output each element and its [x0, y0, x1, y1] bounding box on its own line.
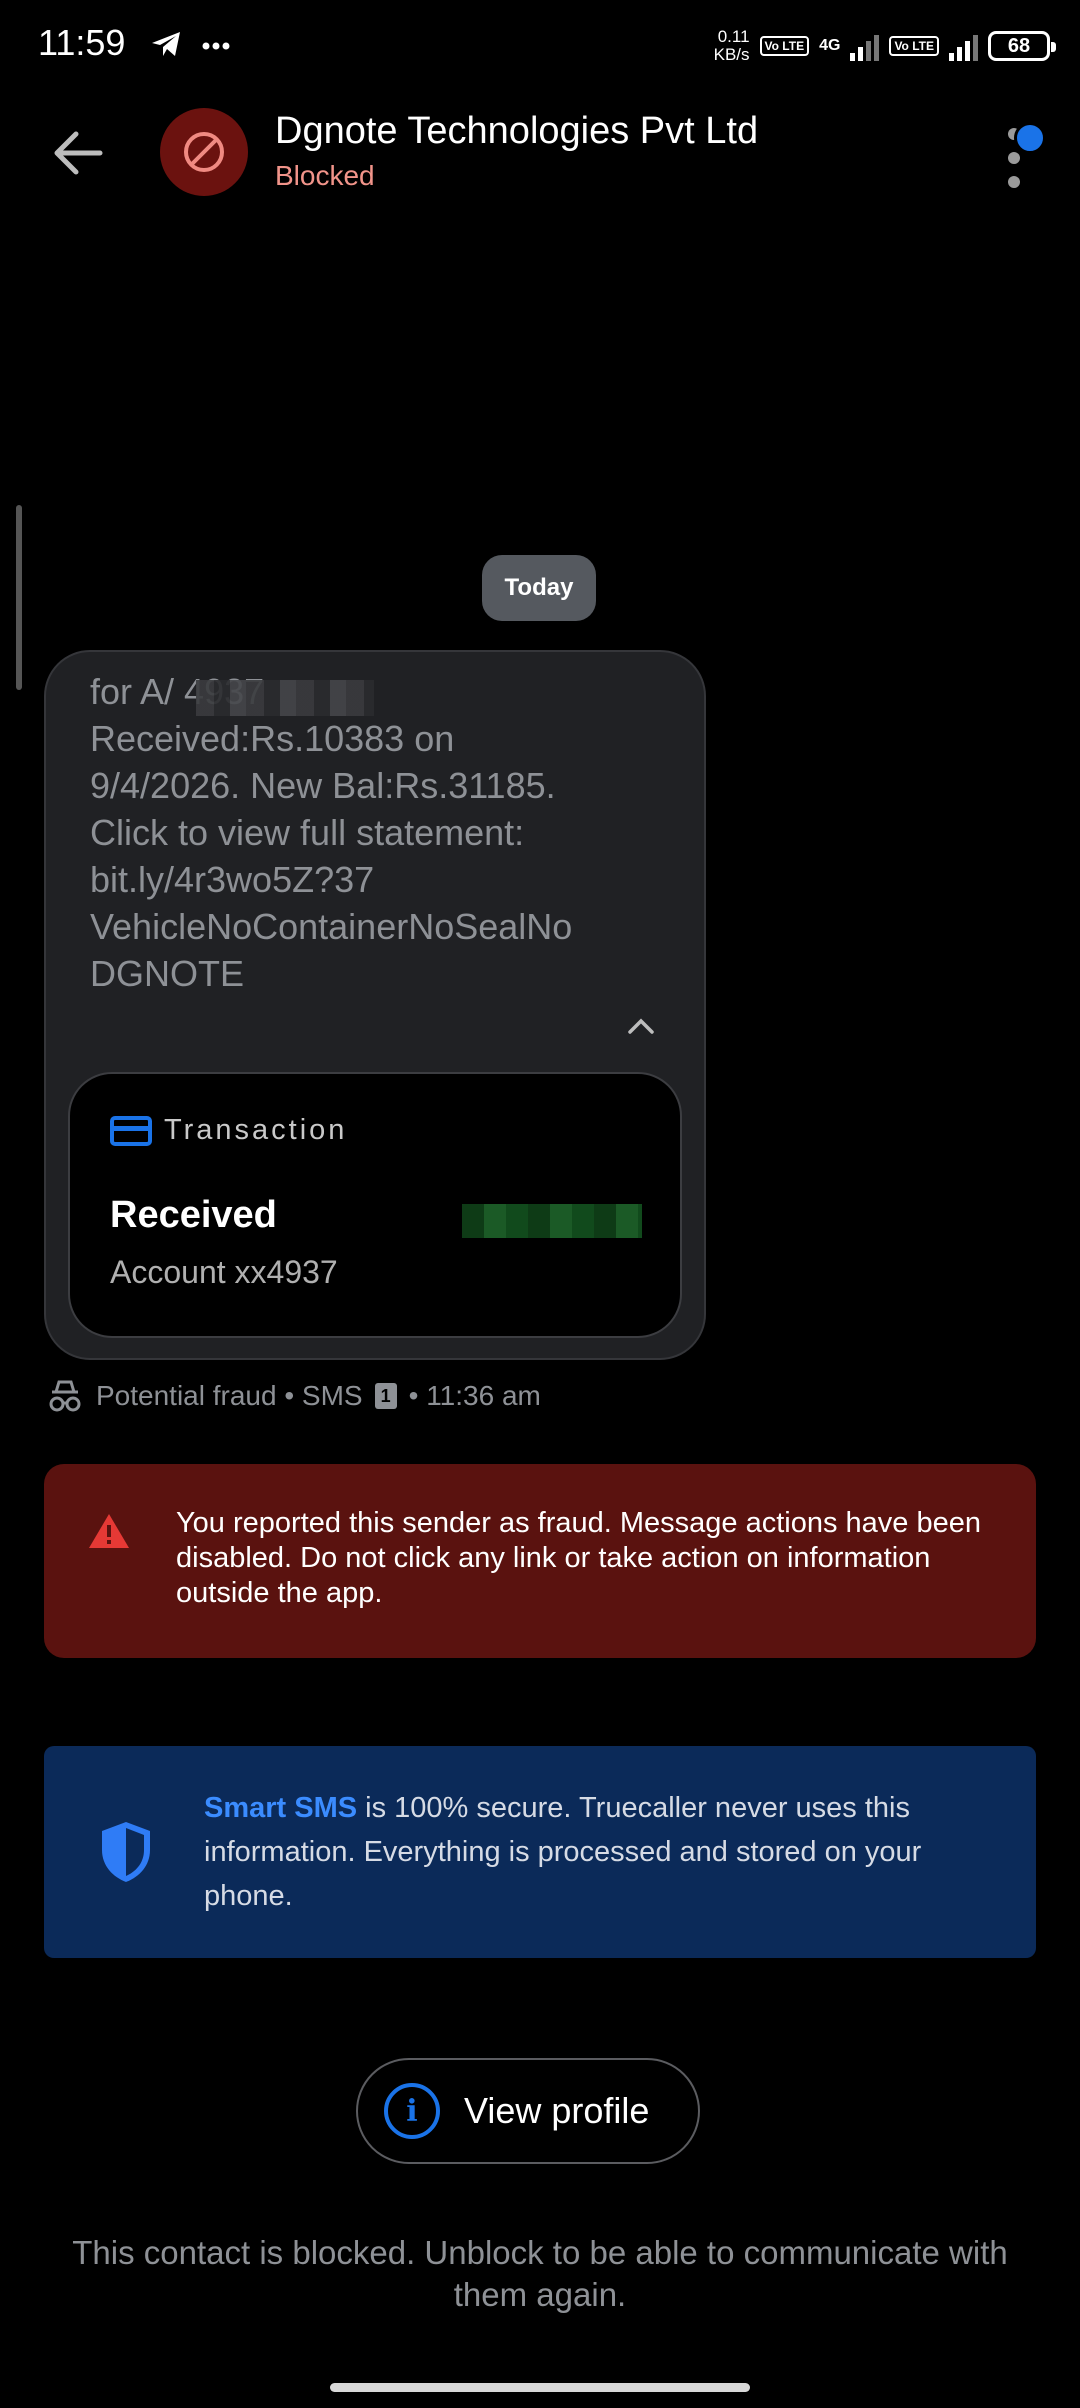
blocked-icon: [184, 132, 224, 172]
volte-badge-1: Vo LTE: [759, 36, 810, 56]
shield-icon: [102, 1822, 150, 1882]
incognito-icon: [49, 1380, 81, 1412]
status-time: 11:59: [38, 22, 126, 63]
contact-name[interactable]: Dgnote Technologies Pvt Ltd: [275, 110, 758, 153]
signal-icon-1: [850, 31, 880, 61]
transaction-label: Transaction: [164, 1114, 348, 1146]
date-chip: Today: [482, 555, 596, 621]
battery-icon: 68: [988, 31, 1056, 61]
back-button[interactable]: [50, 128, 106, 178]
card-icon: [110, 1116, 152, 1146]
message-meta: Potential fraud • SMS 1 • 11:36 am: [46, 1378, 541, 1414]
message-meta-label: Potential fraud • SMS: [96, 1380, 363, 1411]
redacted-amount: [462, 1204, 642, 1238]
smart-sms-brand[interactable]: Smart SMS: [204, 1792, 357, 1824]
avatar[interactable]: [160, 108, 248, 196]
chevron-up-icon[interactable]: [626, 1012, 656, 1042]
net-speed-value: 0.11: [717, 27, 750, 46]
blocked-contact-note: This contact is blocked. Unblock to be a…: [72, 2234, 1008, 2313]
notification-dot: [1014, 122, 1046, 154]
telegram-icon: [152, 32, 180, 56]
status-right: 0.11 KB/s Vo LTE 4G Vo LTE 68: [714, 28, 1056, 64]
more-options-button[interactable]: [1000, 118, 1060, 198]
message-time: • 11:36 am: [408, 1380, 541, 1411]
warning-icon: [89, 1514, 129, 1548]
smart-sms-text: Smart SMS is 100% secure. Truecaller nev…: [204, 1786, 1014, 1918]
transaction-account: Account xx4937: [110, 1254, 338, 1290]
view-profile-label: View profile: [464, 2090, 650, 2131]
sim-icon: 1: [374, 1383, 397, 1409]
net-speed-unit: KB/s: [713, 45, 750, 64]
message-text: for A/ 4937 Received:Rs.10383 on 9/4/202…: [90, 671, 573, 994]
more-vert-dot: [1008, 176, 1020, 188]
redacted-account-digits: [196, 680, 374, 716]
back-arrow-icon: [54, 131, 103, 175]
info-icon: i: [384, 2083, 440, 2139]
status-notification-icons: [150, 26, 230, 67]
network-type: 4G: [819, 37, 841, 54]
transaction-type: Received: [110, 1194, 277, 1236]
transaction-card[interactable]: Transaction Received Account xx4937: [68, 1072, 682, 1338]
view-profile-button[interactable]: i View profile: [356, 2058, 700, 2164]
net-speed: 0.11 KB/s: [714, 28, 750, 64]
signal-icon-2: [949, 31, 978, 61]
network-4g: 4G: [819, 37, 840, 55]
scrollbar[interactable]: [16, 505, 22, 690]
home-indicator[interactable]: [330, 2383, 750, 2392]
more-vert-dot: [1008, 152, 1020, 164]
blocked-status: Blocked: [275, 160, 375, 191]
message-bubble[interactable]: for A/ 4937 Received:Rs.10383 on 9/4/202…: [44, 650, 706, 1360]
volte-badge-2: Vo LTE: [889, 36, 939, 56]
fraud-notice: You reported this sender as fraud. Messa…: [44, 1464, 1036, 1658]
fraud-notice-text: You reported this sender as fraud. Messa…: [176, 1507, 982, 1609]
smart-sms-banner: Smart SMS is 100% secure. Truecaller nev…: [44, 1746, 1036, 1958]
